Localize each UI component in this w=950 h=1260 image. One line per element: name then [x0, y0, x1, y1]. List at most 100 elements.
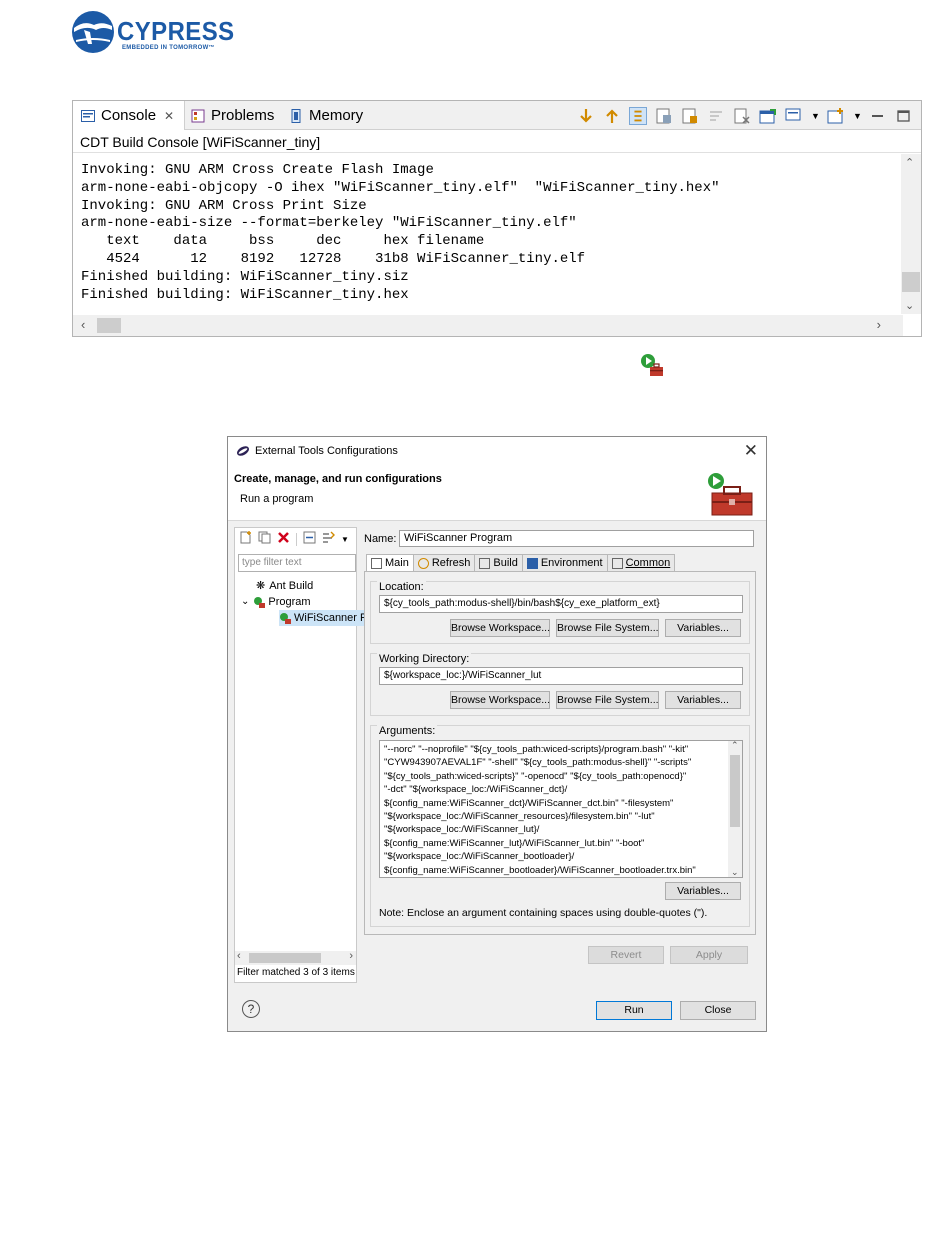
- location-label: Location:: [377, 581, 426, 593]
- name-field[interactable]: WiFiScanner Program: [399, 530, 754, 547]
- chevron-down-icon[interactable]: ▼: [853, 107, 862, 125]
- new-console-icon[interactable]: [827, 107, 845, 125]
- filter-status: Filter matched 3 of 3 items: [237, 967, 355, 978]
- cypress-logo: CYPRESS EMBEDDED IN TOMORROW™: [70, 10, 234, 56]
- browse-workspace-button[interactable]: Browse Workspace...: [450, 691, 550, 709]
- location-field[interactable]: ${cy_tools_path:modus-shell}/bin/bash${c…: [379, 595, 743, 613]
- tab-console-label: Console: [101, 107, 157, 124]
- tree-item-ant-build[interactable]: ❋ Ant Build: [256, 578, 313, 594]
- variables-button[interactable]: Variables...: [665, 619, 741, 637]
- console-tab-bar: Console ✕ Problems Memory ▼ ▼: [73, 101, 921, 130]
- configuration-editor: Name: WiFiScanner Program Main Refresh B…: [364, 527, 760, 983]
- open-console-icon[interactable]: [759, 107, 777, 125]
- console-horizontal-scrollbar[interactable]: ‹ ›: [73, 315, 903, 336]
- variables-button[interactable]: Variables...: [665, 882, 741, 900]
- scroll-left-arrow-icon[interactable]: ‹: [81, 317, 85, 332]
- filter-icon[interactable]: [322, 531, 335, 547]
- console-line: 4524 12 8192 12728 31b8 WiFiScanner_tiny…: [81, 250, 586, 267]
- duplicate-icon[interactable]: [258, 531, 271, 547]
- scroll-lock-icon[interactable]: [629, 107, 647, 125]
- arguments-textarea[interactable]: "--norc" "--noprofile" "${cy_tools_path:…: [379, 740, 743, 878]
- dialog-header: Create, manage, and run configurations R…: [228, 465, 766, 521]
- scroll-down-arrow-icon[interactable]: ⌄: [905, 299, 914, 312]
- close-button[interactable]: Close: [680, 1001, 756, 1020]
- editor-tabs: Main Refresh Build Environment Common: [366, 554, 676, 571]
- close-icon[interactable]: ✕: [744, 441, 758, 461]
- tab-build-label: Build: [493, 557, 518, 569]
- argument-line: ${config_name:WiFiScanner_bootloader}/Wi…: [384, 864, 696, 876]
- tab-refresh-label: Refresh: [431, 557, 471, 569]
- scroll-right-arrow-icon[interactable]: ›: [877, 317, 881, 332]
- console-line: Finished building: WiFiScanner_tiny.hex: [81, 286, 409, 303]
- scrollbar-thumb[interactable]: [97, 318, 121, 333]
- tab-problems[interactable]: Problems: [191, 101, 274, 130]
- tab-main[interactable]: Main: [366, 554, 414, 571]
- argument-line: ${config_name:WiFiScanner_lut}/WiFiScann…: [384, 837, 645, 849]
- remove-launch-icon[interactable]: [733, 107, 751, 125]
- scroll-right-arrow-icon[interactable]: ›: [349, 950, 353, 962]
- build-icon: [479, 557, 491, 569]
- logo-wordmark: CYPRESS: [117, 16, 235, 46]
- tab-refresh[interactable]: Refresh: [412, 554, 476, 571]
- tree-item-program[interactable]: ⌄ Program: [241, 594, 311, 610]
- revert-button[interactable]: Revert: [588, 946, 664, 964]
- argument-line: "${workspace_loc:/WiFiScanner_resources}…: [384, 811, 655, 823]
- pin-console-icon[interactable]: [681, 107, 699, 125]
- chevron-down-icon[interactable]: ▼: [341, 535, 349, 544]
- chevron-down-icon[interactable]: ⌄: [241, 594, 249, 610]
- tab-memory-label: Memory: [309, 107, 364, 124]
- tree-item-label: Program: [268, 596, 311, 608]
- word-wrap-icon[interactable]: [707, 107, 725, 125]
- arguments-text: "--norc" "--noprofile" "${cy_tools_path:…: [384, 743, 726, 877]
- external-tools-icon: [639, 352, 665, 378]
- tree-item-wifiscanner-program[interactable]: WiFiScanner P: [279, 610, 370, 626]
- scroll-up-icon[interactable]: [603, 107, 621, 125]
- delete-icon[interactable]: [277, 531, 290, 547]
- working-directory-field[interactable]: ${workspace_loc:}/WiFiScanner_lut: [379, 667, 743, 685]
- argument-line: "${workspace_loc:/WiFiScanner_lut}/: [384, 824, 540, 836]
- cypress-globe-icon: [72, 11, 114, 53]
- name-label: Name:: [364, 533, 397, 545]
- tree-horizontal-scrollbar[interactable]: ‹ ›: [235, 950, 356, 965]
- tab-build[interactable]: Build: [474, 554, 523, 571]
- close-icon[interactable]: ✕: [164, 109, 174, 123]
- collapse-all-icon[interactable]: [303, 531, 316, 547]
- clear-console-icon[interactable]: [655, 107, 673, 125]
- browse-workspace-button[interactable]: Browse Workspace...: [450, 619, 550, 637]
- tab-environment-label: Environment: [540, 557, 603, 569]
- scrollbar-thumb[interactable]: [249, 953, 321, 963]
- arguments-scrollbar[interactable]: ⌃ ⌄: [728, 740, 742, 878]
- new-configuration-icon[interactable]: [239, 531, 252, 547]
- help-icon[interactable]: ?: [242, 1000, 260, 1018]
- run-button[interactable]: Run: [596, 1001, 672, 1020]
- display-console-icon[interactable]: [785, 107, 803, 125]
- argument-line: "-dct" "${workspace_loc:/WiFiScanner_dct…: [384, 784, 568, 796]
- chevron-down-icon[interactable]: ▼: [811, 107, 820, 125]
- scroll-up-arrow-icon[interactable]: ⌃: [731, 740, 739, 751]
- filter-input[interactable]: type filter text: [238, 554, 356, 572]
- scroll-down-arrow-icon[interactable]: ⌄: [731, 867, 739, 878]
- argument-line: "${cy_tools_path:wiced-scripts}" "-openo…: [384, 770, 687, 782]
- variables-button[interactable]: Variables...: [665, 691, 741, 709]
- apply-button[interactable]: Apply: [670, 946, 748, 964]
- browse-file-system-button[interactable]: Browse File System...: [556, 619, 659, 637]
- tab-memory[interactable]: Memory: [289, 101, 363, 130]
- tab-environment[interactable]: Environment: [521, 554, 608, 571]
- toolbox-icon: [708, 473, 753, 516]
- maximize-icon[interactable]: [895, 107, 913, 125]
- scroll-down-icon[interactable]: [577, 107, 595, 125]
- console-icon: [81, 109, 95, 122]
- scrollbar-thumb[interactable]: [730, 755, 740, 827]
- dialog-title: External Tools Configurations: [255, 445, 398, 457]
- browse-file-system-button[interactable]: Browse File System...: [556, 691, 659, 709]
- scrollbar-thumb[interactable]: [902, 272, 920, 292]
- dialog-heading: Create, manage, and run configurations: [234, 473, 442, 485]
- scroll-left-arrow-icon[interactable]: ‹: [237, 950, 241, 962]
- console-line: arm-none-eabi-objcopy -O ihex "WiFiScann…: [81, 179, 720, 196]
- tab-console[interactable]: Console ✕: [73, 101, 186, 130]
- minimize-icon[interactable]: [869, 107, 887, 125]
- console-line: Invoking: GNU ARM Cross Print Size: [81, 197, 367, 214]
- scroll-up-arrow-icon[interactable]: ⌃: [905, 156, 914, 169]
- tab-common[interactable]: Common: [606, 554, 676, 571]
- console-vertical-scrollbar[interactable]: ⌃ ⌄: [901, 154, 921, 314]
